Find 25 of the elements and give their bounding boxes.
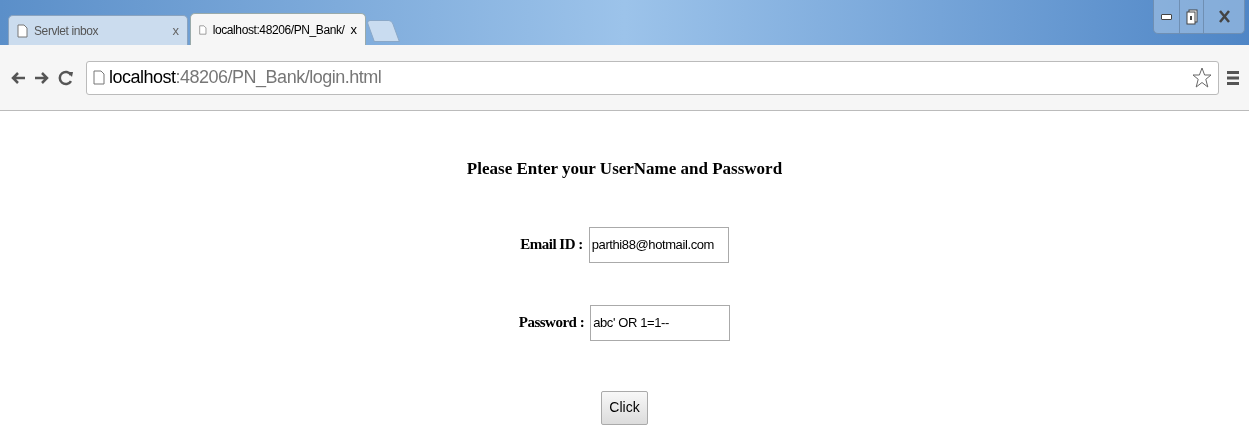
tab-title: Servlet inbox [34, 22, 100, 40]
page-icon [199, 22, 207, 37]
field-label: Email ID : [520, 235, 583, 255]
tab-title: localhost:48206/PN_Bank/ [212, 21, 345, 39]
minimize-icon [1161, 13, 1172, 20]
submit-button[interactable]: Click [601, 390, 648, 425]
input-field[interactable]: abc' OR 1=1-- [590, 304, 731, 341]
tab-close-button[interactable]: x [350, 19, 357, 40]
reload-icon[interactable] [58, 69, 74, 86]
field-label: Password : [518, 313, 585, 333]
star-icon[interactable] [1192, 66, 1212, 89]
page-heading: Please Enter your UserName and Password [466, 158, 783, 180]
page-icon [93, 70, 105, 85]
back-icon[interactable] [10, 70, 26, 85]
tab-close-button[interactable]: x [172, 20, 179, 41]
browser-tab[interactable]: localhost:48206/PN_Bank/ x [190, 13, 366, 45]
forward-icon[interactable] [34, 70, 50, 85]
address-bar[interactable]: localhost:48206/PN_Bank/login.html [86, 60, 1219, 95]
input-field[interactable]: parthi88@hotmail.com [588, 226, 729, 263]
restore-icon [1185, 8, 1198, 25]
menu-icon[interactable] [1227, 69, 1239, 86]
close-icon [1218, 10, 1230, 23]
browser-tab[interactable]: Servlet inbox x [8, 15, 188, 45]
page-icon [17, 23, 28, 38]
url-text: localhost:48206/PN_Bank/login.html [109, 66, 382, 90]
